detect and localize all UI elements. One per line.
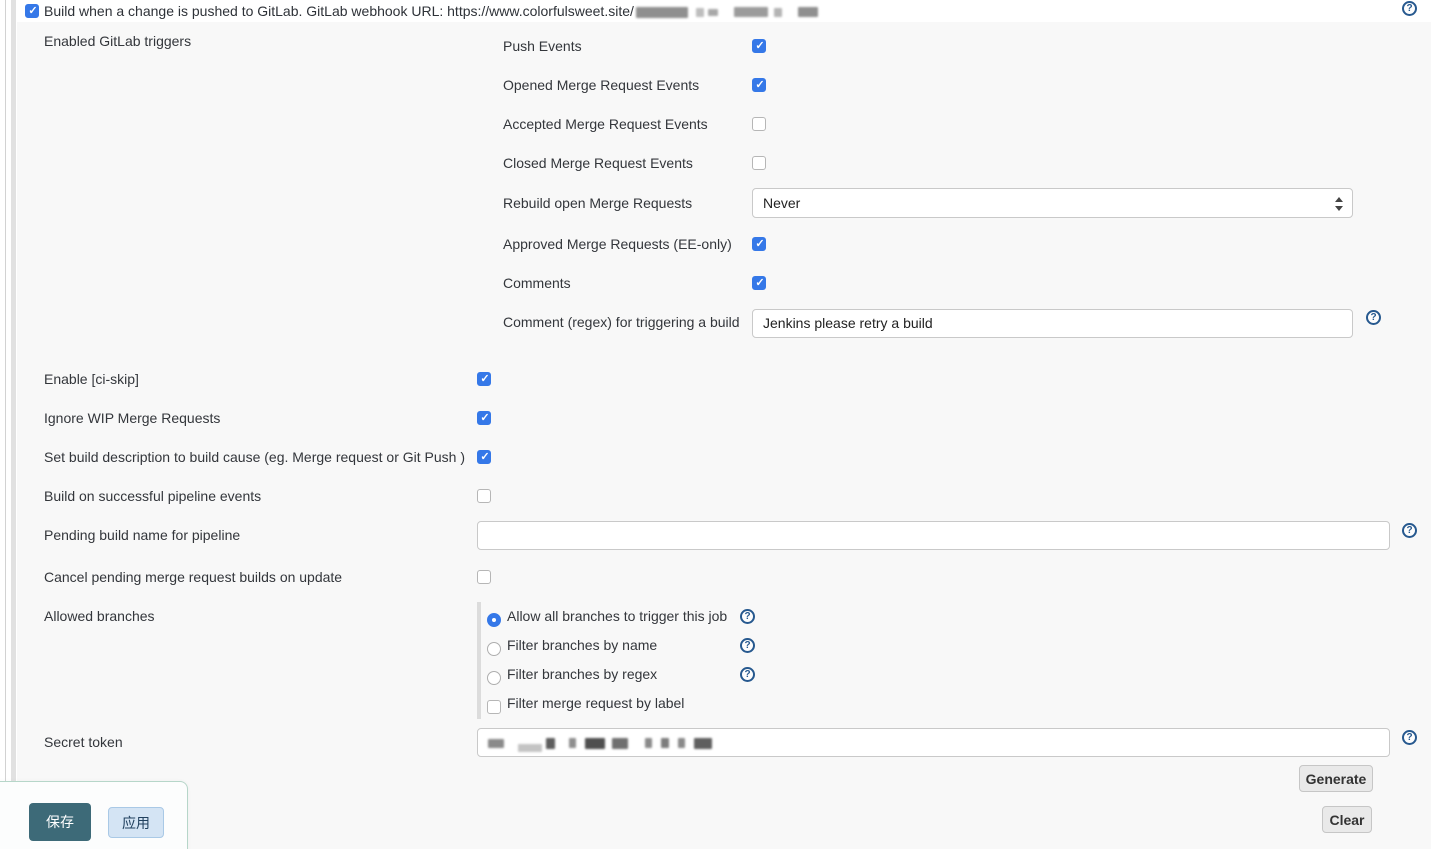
ignore-wip-checkbox[interactable] bbox=[477, 411, 491, 425]
select-stepper-icon bbox=[1335, 196, 1343, 212]
filter-mr-by-label-label: Filter merge request by label bbox=[507, 695, 684, 711]
help-icon[interactable]: ? bbox=[740, 638, 755, 653]
opened-mr-checkbox[interactable] bbox=[752, 78, 766, 92]
webhook-url-text: Build when a change is pushed to GitLab.… bbox=[44, 3, 634, 19]
save-apply-panel: 保存 应用 bbox=[0, 781, 188, 849]
closed-mr-checkbox[interactable] bbox=[752, 156, 766, 170]
filter-branches-by-name-label: Filter branches by name bbox=[507, 637, 657, 653]
set-build-description-checkbox[interactable] bbox=[477, 450, 491, 464]
allow-all-branches-label: Allow all branches to trigger this job bbox=[507, 608, 727, 624]
help-icon[interactable]: ? bbox=[1366, 310, 1381, 325]
gitlab-trigger-config-page: Build when a change is pushed to GitLab.… bbox=[0, 0, 1431, 849]
section-indent-band bbox=[11, 0, 16, 849]
push-events-checkbox[interactable] bbox=[752, 39, 766, 53]
filter-branches-by-name-radio[interactable] bbox=[487, 642, 501, 656]
opened-mr-label: Opened Merge Request Events bbox=[503, 77, 699, 93]
enabled-triggers-label: Enabled GitLab triggers bbox=[44, 33, 191, 49]
rebuild-open-mr-value: Never bbox=[763, 195, 800, 211]
help-icon[interactable]: ? bbox=[740, 667, 755, 682]
set-build-description-label: Set build description to build cause (eg… bbox=[44, 449, 465, 465]
cancel-pending-checkbox[interactable] bbox=[477, 570, 491, 584]
apply-button[interactable]: 应用 bbox=[108, 807, 164, 838]
generate-button[interactable]: Generate bbox=[1299, 765, 1373, 792]
build-when-pushed-label: Build when a change is pushed to GitLab.… bbox=[44, 3, 818, 19]
push-events-label: Push Events bbox=[503, 38, 582, 54]
pending-build-name-input[interactable] bbox=[477, 521, 1390, 550]
help-icon[interactable]: ? bbox=[1402, 1, 1417, 16]
closed-mr-label: Closed Merge Request Events bbox=[503, 155, 693, 171]
build-when-pushed-checkbox[interactable] bbox=[25, 4, 39, 18]
build-on-pipeline-checkbox[interactable] bbox=[477, 489, 491, 503]
allowed-branches-label: Allowed branches bbox=[44, 608, 155, 624]
save-button[interactable]: 保存 bbox=[29, 803, 91, 841]
clear-button[interactable]: Clear bbox=[1322, 806, 1372, 833]
section-background bbox=[17, 22, 1431, 849]
allow-all-branches-radio[interactable] bbox=[487, 613, 501, 627]
secret-token-label: Secret token bbox=[44, 734, 123, 750]
build-on-pipeline-label: Build on successful pipeline events bbox=[44, 488, 261, 504]
accepted-mr-label: Accepted Merge Request Events bbox=[503, 116, 708, 132]
filter-mr-by-label-checkbox[interactable] bbox=[487, 700, 501, 714]
rebuild-open-mr-label: Rebuild open Merge Requests bbox=[503, 195, 692, 211]
help-icon[interactable]: ? bbox=[740, 609, 755, 624]
cancel-pending-label: Cancel pending merge request builds on u… bbox=[44, 569, 342, 585]
comment-regex-input[interactable]: Jenkins please retry a build bbox=[752, 309, 1353, 338]
ignore-wip-label: Ignore WIP Merge Requests bbox=[44, 410, 220, 426]
filter-branches-by-regex-radio[interactable] bbox=[487, 671, 501, 685]
comment-regex-label: Comment (regex) for triggering a build bbox=[503, 314, 740, 330]
comments-checkbox[interactable] bbox=[752, 276, 766, 290]
accepted-mr-checkbox[interactable] bbox=[752, 117, 766, 131]
left-indent-line bbox=[5, 0, 6, 849]
help-icon[interactable]: ? bbox=[1402, 523, 1417, 538]
comments-label: Comments bbox=[503, 275, 571, 291]
approved-mr-checkbox[interactable] bbox=[752, 237, 766, 251]
pending-build-name-label: Pending build name for pipeline bbox=[44, 527, 240, 543]
rebuild-open-mr-select[interactable]: Never bbox=[752, 188, 1353, 218]
redacted-url-part bbox=[634, 3, 818, 19]
allowed-branches-indent-band bbox=[477, 602, 481, 719]
ci-skip-label: Enable [ci-skip] bbox=[44, 371, 139, 387]
redacted-token-value bbox=[488, 734, 712, 750]
approved-mr-label: Approved Merge Requests (EE-only) bbox=[503, 236, 732, 252]
filter-branches-by-regex-label: Filter branches by regex bbox=[507, 666, 657, 682]
secret-token-input[interactable] bbox=[477, 728, 1390, 757]
ci-skip-checkbox[interactable] bbox=[477, 372, 491, 386]
help-icon[interactable]: ? bbox=[1402, 730, 1417, 745]
